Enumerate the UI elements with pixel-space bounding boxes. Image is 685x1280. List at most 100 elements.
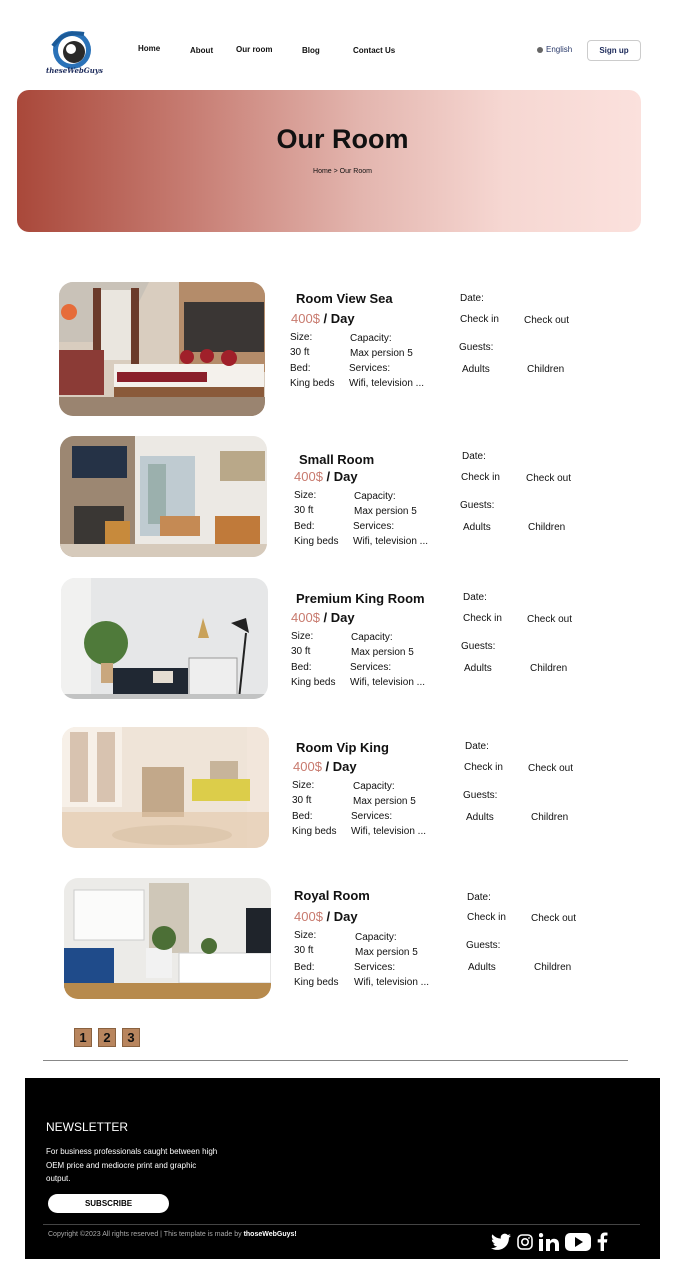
brand-link[interactable]: thoseWebGuys! (244, 1231, 297, 1238)
room-image-bedroom[interactable] (59, 282, 265, 416)
room-image-small-room[interactable] (60, 436, 267, 557)
size-label: Size: (294, 490, 317, 501)
check-in-field[interactable]: Check in (463, 613, 502, 624)
services-label: Services: (351, 811, 393, 822)
bed-value: King beds (292, 826, 337, 837)
bed-value: King beds (294, 536, 339, 547)
room-name[interactable]: Room Vip King (296, 740, 389, 755)
check-in-field[interactable]: Check in (467, 912, 506, 923)
nav-about[interactable]: About (190, 46, 213, 55)
divider (43, 1060, 628, 1061)
youtube-icon[interactable] (565, 1232, 591, 1251)
adults-field[interactable]: Adults (462, 364, 490, 375)
price-value: 400$ (294, 469, 323, 484)
instagram-icon[interactable] (517, 1233, 533, 1250)
twitter-icon[interactable] (491, 1233, 511, 1251)
globe-icon (537, 46, 543, 53)
check-in-field[interactable]: Check in (460, 314, 499, 325)
nav-home[interactable]: Home (138, 44, 160, 53)
room-name[interactable]: Room View Sea (296, 291, 393, 306)
services-label: Services: (350, 662, 392, 673)
nav-contact-us[interactable]: Contact Us (353, 46, 395, 55)
size-value: 30 ft (292, 795, 312, 806)
children-field[interactable]: Children (534, 962, 571, 973)
size-label: Size: (294, 930, 317, 941)
social-links (491, 1232, 608, 1251)
guests-label: Guests: (459, 342, 494, 353)
check-out-field[interactable]: Check out (531, 913, 576, 924)
children-field[interactable]: Children (531, 812, 568, 823)
capacity-value: Max persion 5 (350, 348, 413, 359)
size-value: 30 ft (291, 646, 311, 657)
room-price: 400$ / Day (293, 759, 357, 774)
copyright: Copyright ©2023 All rights reserved | Th… (48, 1231, 297, 1238)
page-2-button[interactable]: 2 (98, 1028, 116, 1047)
check-in-field[interactable]: Check in (464, 762, 503, 773)
price-unit: / Day (325, 759, 357, 774)
services-label: Services: (354, 962, 396, 973)
children-field[interactable]: Children (528, 522, 565, 533)
check-out-field[interactable]: Check out (527, 614, 572, 625)
date-label: Date: (467, 892, 491, 903)
language-selector[interactable]: English (537, 45, 572, 54)
subscribe-button[interactable]: SUBSCRIBE (48, 1194, 169, 1213)
children-field[interactable]: Children (527, 364, 564, 375)
guests-label: Guests: (460, 500, 495, 511)
size-label: Size: (291, 631, 314, 642)
room-price: 400$ / Day (294, 469, 358, 484)
page-1-button[interactable]: 1 (74, 1028, 92, 1047)
adults-field[interactable]: Adults (468, 962, 496, 973)
adults-field[interactable]: Adults (466, 812, 494, 823)
adults-field[interactable]: Adults (463, 522, 491, 533)
room-name[interactable]: Premium King Room (296, 591, 425, 606)
room-image-premium-king[interactable] (61, 578, 268, 699)
price-value: 400$ (291, 610, 320, 625)
price-unit: / Day (326, 909, 358, 924)
size-value: 30 ft (290, 347, 310, 358)
children-field[interactable]: Children (530, 663, 567, 674)
services-value: Wifi, television ... (354, 977, 430, 988)
bed-value: King beds (290, 378, 335, 389)
adults-field[interactable]: Adults (464, 663, 492, 674)
bed-label: Bed: (292, 811, 313, 822)
nav-blog[interactable]: Blog (302, 46, 320, 55)
capacity-value: Max persion 5 (355, 947, 418, 958)
page-title: Our Room (276, 124, 409, 154)
room-image-royal-room[interactable] (64, 878, 271, 999)
check-out-field[interactable]: Check out (524, 315, 569, 326)
breadcrumb[interactable]: Home > Our Room (0, 168, 685, 175)
bed-label: Bed: (290, 363, 311, 374)
capacity-label: Capacity: (353, 781, 395, 792)
size-value: 30 ft (294, 945, 314, 956)
size-label: Size: (290, 332, 313, 343)
bed-value: King beds (291, 677, 336, 688)
page-3-button[interactable]: 3 (122, 1028, 140, 1047)
linkedin-icon[interactable] (539, 1232, 559, 1251)
price-value: 400$ (293, 759, 322, 774)
facebook-icon[interactable] (597, 1232, 608, 1251)
check-out-field[interactable]: Check out (526, 473, 571, 484)
room-price: 400$ / Day (291, 311, 355, 326)
date-label: Date: (463, 592, 487, 603)
guests-label: Guests: (466, 940, 501, 951)
capacity-value: Max persion 5 (353, 796, 416, 807)
signup-button[interactable]: Sign up (587, 40, 641, 61)
check-out-field[interactable]: Check out (528, 763, 573, 774)
services-label: Services: (353, 521, 395, 532)
services-value: Wifi, television ... (349, 378, 425, 389)
size-label: Size: (292, 780, 315, 791)
capacity-label: Capacity: (350, 333, 392, 344)
room-image-vip-king[interactable] (62, 727, 269, 848)
room-name[interactable]: Small Room (299, 452, 374, 467)
nav-our-room[interactable]: Our room (236, 45, 272, 54)
bed-label: Bed: (294, 962, 315, 973)
size-value: 30 ft (294, 505, 314, 516)
price-unit: / Day (326, 469, 358, 484)
room-name[interactable]: Royal Room (294, 888, 370, 903)
check-in-field[interactable]: Check in (461, 472, 500, 483)
price-unit: / Day (323, 610, 355, 625)
date-label: Date: (465, 741, 489, 752)
date-label: Date: (460, 293, 484, 304)
bed-value: King beds (294, 977, 339, 988)
capacity-label: Capacity: (351, 632, 393, 643)
